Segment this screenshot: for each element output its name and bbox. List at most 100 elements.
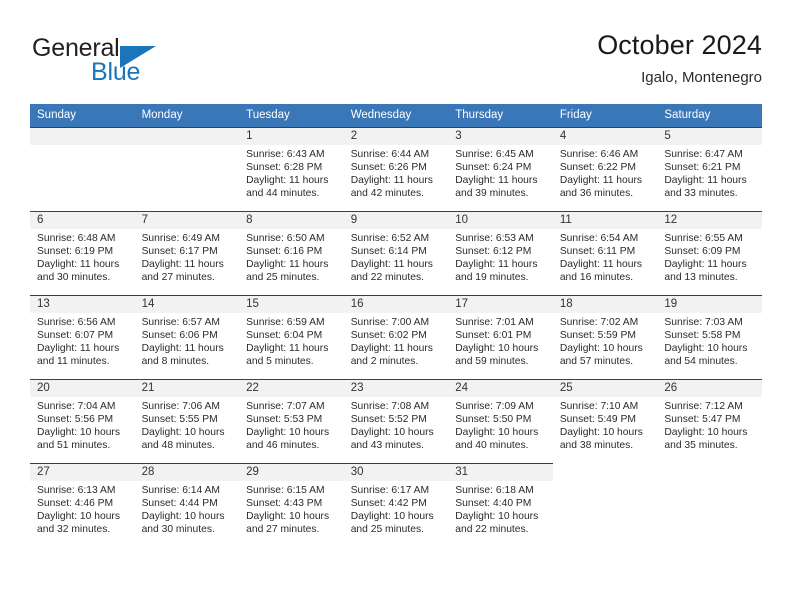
calendar-day-cell[interactable]: 22 Sunrise: 7:07 AM Sunset: 5:53 PM Dayligh… xyxy=(239,379,344,463)
daylight-text: Daylight: 10 hours and 51 minutes. xyxy=(37,427,120,452)
day-details: Sunrise: 6:46 AM Sunset: 6:22 PM Daylight:… xyxy=(553,145,658,200)
daylight-text: Daylight: 10 hours and 46 minutes. xyxy=(246,427,330,452)
calendar-cell-empty xyxy=(552,463,658,547)
calendar-day-cell[interactable]: 20 Sunrise: 7:04 AM Sunset: 5:56 PM Dayligh… xyxy=(30,379,135,463)
sunset-text: Sunset: 6:06 PM xyxy=(141,330,218,342)
daylight-text: Daylight: 10 hours and 22 minutes. xyxy=(455,511,539,536)
calendar-day-cell[interactable]: 28 Sunrise: 6:14 AM Sunset: 4:44 PM Dayligh… xyxy=(134,463,240,547)
daylight-text: Daylight: 11 hours and 42 minutes. xyxy=(350,175,433,200)
title-block: October 2024 Igalo, Montenegro xyxy=(597,28,762,88)
day-number: 31 xyxy=(448,464,553,481)
general-blue-logo[interactable]: General Blue xyxy=(32,34,212,92)
calendar-day-cell[interactable]: 11 Sunrise: 6:54 AM Sunset: 6:11 PM Dayligh… xyxy=(552,211,658,295)
weekday-header-friday: Friday xyxy=(552,104,658,127)
sunrise-text: Sunrise: 7:04 AM xyxy=(37,401,116,412)
daylight-text: Daylight: 11 hours and 19 minutes. xyxy=(455,259,538,284)
calendar-day-cell[interactable]: 1 Sunrise: 6:43 AM Sunset: 6:28 PM Daylight… xyxy=(239,127,344,211)
calendar-day-cell[interactable]: 17 Sunrise: 7:01 AM Sunset: 6:01 PM Dayligh… xyxy=(448,295,553,379)
daylight-text: Daylight: 10 hours and 32 minutes. xyxy=(37,511,120,536)
calendar-day-cell[interactable]: 2 Sunrise: 6:44 AM Sunset: 6:26 PM Daylight… xyxy=(343,127,449,211)
day-details: Sunrise: 6:59 AM Sunset: 6:04 PM Daylight:… xyxy=(239,313,344,368)
sunset-text: Sunset: 6:04 PM xyxy=(246,330,323,342)
sunrise-text: Sunrise: 6:44 AM xyxy=(350,149,430,160)
calendar-day-cell[interactable]: 12 Sunrise: 6:55 AM Sunset: 6:09 PM Dayligh… xyxy=(657,211,762,295)
weekday-header-monday: Monday xyxy=(134,104,240,127)
calendar-day-cell[interactable]: 7 Sunrise: 6:49 AM Sunset: 6:17 PM Daylight… xyxy=(134,211,240,295)
sunset-text: Sunset: 6:24 PM xyxy=(455,162,532,174)
sunset-text: Sunset: 6:17 PM xyxy=(141,246,218,258)
day-number: 29 xyxy=(239,464,344,481)
daylight-text: Daylight: 10 hours and 35 minutes. xyxy=(664,427,748,452)
day-number: 13 xyxy=(30,296,135,313)
sunset-text: Sunset: 6:14 PM xyxy=(350,246,427,258)
calendar-day-cell[interactable]: 6 Sunrise: 6:48 AM Sunset: 6:19 PM Daylight… xyxy=(30,211,135,295)
day-details: Sunrise: 6:15 AM Sunset: 4:43 PM Daylight:… xyxy=(239,481,344,536)
calendar-day-cell[interactable]: 14 Sunrise: 6:57 AM Sunset: 6:06 PM Dayligh… xyxy=(134,295,240,379)
calendar-day-cell[interactable]: 25 Sunrise: 7:10 AM Sunset: 5:49 PM Dayligh… xyxy=(552,379,658,463)
sunrise-text: Sunrise: 6:49 AM xyxy=(141,233,220,244)
calendar-day-cell[interactable]: 23 Sunrise: 7:08 AM Sunset: 5:52 PM Dayligh… xyxy=(343,379,449,463)
day-number: 12 xyxy=(657,212,762,229)
day-details: Sunrise: 6:49 AM Sunset: 6:17 PM Daylight:… xyxy=(135,229,240,284)
calendar-day-cell[interactable]: 10 Sunrise: 6:53 AM Sunset: 6:12 PM Dayligh… xyxy=(448,211,553,295)
calendar-day-cell[interactable]: 24 Sunrise: 7:09 AM Sunset: 5:50 PM Dayligh… xyxy=(448,379,553,463)
day-details: Sunrise: 6:54 AM Sunset: 6:11 PM Daylight:… xyxy=(553,229,658,284)
day-number: 23 xyxy=(343,380,449,397)
day-number-band xyxy=(30,128,135,145)
sunrise-text: Sunrise: 6:17 AM xyxy=(350,485,430,496)
sunset-text: Sunset: 6:11 PM xyxy=(559,246,636,258)
daylight-text: Daylight: 10 hours and 48 minutes. xyxy=(141,427,225,452)
day-number: 6 xyxy=(30,212,135,229)
day-details: Sunrise: 6:53 AM Sunset: 6:12 PM Daylight:… xyxy=(448,229,553,284)
sunrise-text: Sunrise: 6:48 AM xyxy=(37,233,116,244)
day-details: Sunrise: 6:45 AM Sunset: 6:24 PM Daylight:… xyxy=(448,145,553,200)
calendar-body: 1 Sunrise: 6:43 AM Sunset: 6:28 PM Daylight… xyxy=(30,127,762,547)
sunrise-text: Sunrise: 6:53 AM xyxy=(455,233,534,244)
calendar-day-cell[interactable]: 26 Sunrise: 7:12 AM Sunset: 5:47 PM Dayligh… xyxy=(657,379,762,463)
sunset-text: Sunset: 5:52 PM xyxy=(350,414,427,426)
calendar-day-cell[interactable]: 3 Sunrise: 6:45 AM Sunset: 6:24 PM Daylight… xyxy=(448,127,553,211)
calendar-week-row: 1 Sunrise: 6:43 AM Sunset: 6:28 PM Daylight… xyxy=(30,127,762,211)
day-number-band xyxy=(134,128,240,145)
sunset-text: Sunset: 6:12 PM xyxy=(455,246,532,258)
sunrise-text: Sunrise: 7:06 AM xyxy=(141,401,220,412)
daylight-text: Daylight: 11 hours and 30 minutes. xyxy=(37,259,120,284)
calendar-cell-empty xyxy=(30,127,135,211)
day-details: Sunrise: 7:08 AM Sunset: 5:52 PM Daylight:… xyxy=(344,397,449,452)
calendar-day-cell[interactable]: 5 Sunrise: 6:47 AM Sunset: 6:21 PM Daylight… xyxy=(657,127,762,211)
daylight-text: Daylight: 11 hours and 16 minutes. xyxy=(559,259,643,284)
day-number: 25 xyxy=(552,380,658,397)
calendar-day-cell[interactable]: 15 Sunrise: 6:59 AM Sunset: 6:04 PM Dayligh… xyxy=(239,295,344,379)
day-details: Sunrise: 6:57 AM Sunset: 6:06 PM Daylight:… xyxy=(135,313,240,368)
logo-text-blue: Blue xyxy=(91,58,141,86)
calendar-day-cell[interactable]: 31 Sunrise: 6:18 AM Sunset: 4:40 PM Dayligh… xyxy=(448,463,553,547)
calendar-day-cell[interactable]: 16 Sunrise: 7:00 AM Sunset: 6:02 PM Dayligh… xyxy=(343,295,449,379)
sunset-text: Sunset: 6:28 PM xyxy=(246,162,323,174)
sunset-text: Sunset: 6:21 PM xyxy=(664,162,741,174)
sunset-text: Sunset: 6:07 PM xyxy=(37,330,114,342)
day-details: Sunrise: 6:47 AM Sunset: 6:21 PM Daylight:… xyxy=(657,145,762,200)
day-details: Sunrise: 7:09 AM Sunset: 5:50 PM Daylight:… xyxy=(448,397,553,452)
calendar-day-cell[interactable]: 18 Sunrise: 7:02 AM Sunset: 5:59 PM Dayligh… xyxy=(552,295,658,379)
calendar-day-cell[interactable]: 9 Sunrise: 6:52 AM Sunset: 6:14 PM Daylight… xyxy=(343,211,449,295)
sunrise-text: Sunrise: 6:50 AM xyxy=(246,233,325,244)
day-number: 5 xyxy=(657,128,762,145)
day-details: Sunrise: 6:56 AM Sunset: 6:07 PM Daylight:… xyxy=(30,313,135,368)
day-details: Sunrise: 6:13 AM Sunset: 4:46 PM Daylight:… xyxy=(30,481,135,536)
calendar-day-cell[interactable]: 19 Sunrise: 7:03 AM Sunset: 5:58 PM Dayligh… xyxy=(657,295,762,379)
calendar-day-cell[interactable]: 13 Sunrise: 6:56 AM Sunset: 6:07 PM Dayligh… xyxy=(30,295,135,379)
calendar-day-cell[interactable]: 29 Sunrise: 6:15 AM Sunset: 4:43 PM Dayligh… xyxy=(239,463,344,547)
calendar-day-cell[interactable]: 27 Sunrise: 6:13 AM Sunset: 4:46 PM Dayligh… xyxy=(30,463,135,547)
day-number: 18 xyxy=(552,296,658,313)
calendar-day-cell[interactable]: 4 Sunrise: 6:46 AM Sunset: 6:22 PM Daylight… xyxy=(552,127,658,211)
calendar-day-cell[interactable]: 21 Sunrise: 7:06 AM Sunset: 5:55 PM Dayligh… xyxy=(134,379,240,463)
day-details: Sunrise: 7:00 AM Sunset: 6:02 PM Daylight:… xyxy=(344,313,449,368)
day-details: Sunrise: 7:04 AM Sunset: 5:56 PM Daylight:… xyxy=(30,397,135,452)
calendar-day-cell[interactable]: 30 Sunrise: 6:17 AM Sunset: 4:42 PM Dayligh… xyxy=(343,463,449,547)
page-subtitle: Igalo, Montenegro xyxy=(641,69,762,86)
calendar-day-cell[interactable]: 8 Sunrise: 6:50 AM Sunset: 6:16 PM Daylight… xyxy=(239,211,344,295)
calendar-grid: Sunday Monday Tuesday Wednesday Thursday… xyxy=(30,104,762,547)
day-number: 8 xyxy=(239,212,344,229)
calendar-page: General Blue October 2024 Igalo, Montene… xyxy=(0,0,792,612)
sunset-text: Sunset: 5:58 PM xyxy=(664,330,741,342)
